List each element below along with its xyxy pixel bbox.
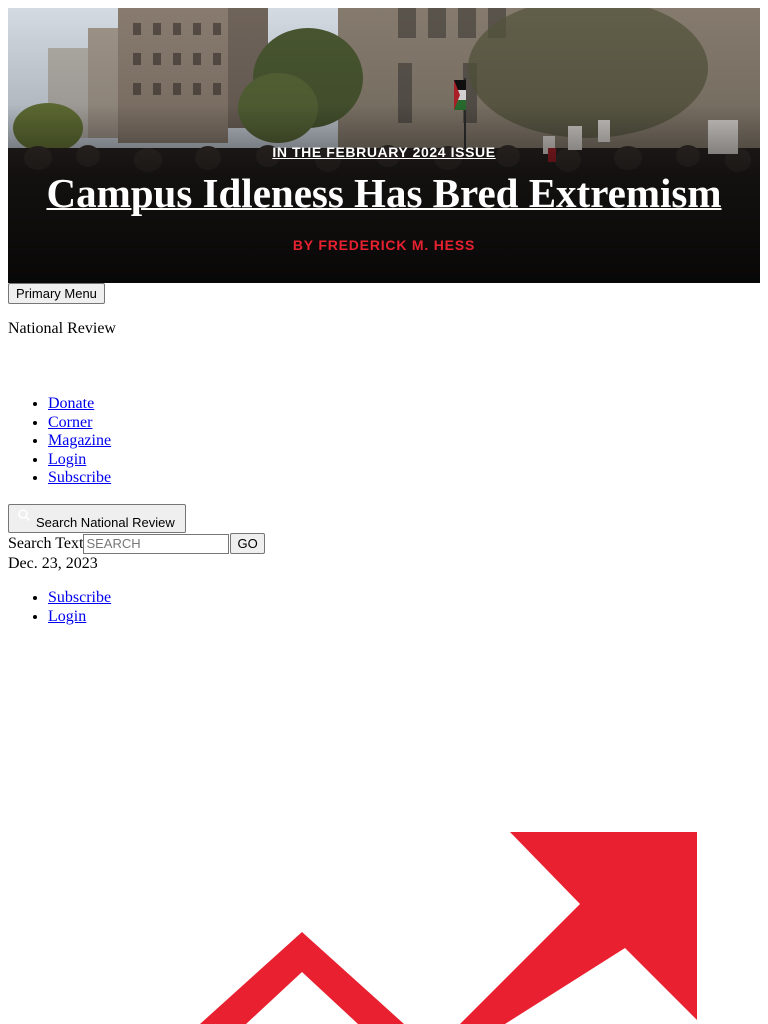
nav-link-corner[interactable]: Corner (48, 414, 92, 431)
utility-link-subscribe[interactable]: Subscribe (48, 589, 111, 606)
main-nav-list: Donate Corner Magazine Login Subscribe (8, 395, 111, 488)
national-review-logo-icon (200, 832, 697, 1024)
utility-item-subscribe: Subscribe (48, 589, 111, 608)
nav-item-login: Login (48, 451, 111, 470)
utility-nav-list: Subscribe Login (8, 589, 111, 626)
search-field-label: Search Text (8, 534, 84, 552)
headline-link[interactable]: Campus Idleness Has Bred Extremism (8, 170, 760, 216)
nav-link-login[interactable]: Login (48, 451, 86, 468)
hero-promo-banner[interactable]: IN THE FEBRUARY 2024 ISSUE Campus Idlene… (8, 8, 760, 283)
search-icon (18, 509, 30, 521)
author-byline: BY FREDERICK M. HESS (292, 237, 476, 253)
nav-link-donate[interactable]: Donate (48, 395, 94, 412)
search-toggle-button[interactable]: Search National Review (8, 504, 186, 533)
current-date: Dec. 23, 2023 (8, 555, 98, 572)
search-go-button[interactable]: GO (230, 533, 265, 554)
nav-item-subscribe: Subscribe (48, 469, 111, 488)
utility-item-login: Login (48, 608, 111, 627)
search-input[interactable] (83, 533, 230, 554)
nav-link-magazine[interactable]: Magazine (48, 432, 111, 449)
search-toggle-label: Search National Review (36, 515, 175, 530)
utility-link-login[interactable]: Login (48, 608, 86, 625)
nav-item-donate: Donate (48, 395, 111, 414)
site-name: National Review (8, 320, 116, 337)
nav-link-subscribe[interactable]: Subscribe (48, 469, 111, 486)
search-form: Search Text GO (8, 533, 265, 554)
nav-item-magazine: Magazine (48, 432, 111, 451)
primary-menu-button[interactable]: Primary Menu (8, 283, 105, 304)
nav-item-corner: Corner (48, 414, 111, 433)
issue-kicker[interactable]: IN THE FEBRUARY 2024 ISSUE (8, 144, 760, 160)
